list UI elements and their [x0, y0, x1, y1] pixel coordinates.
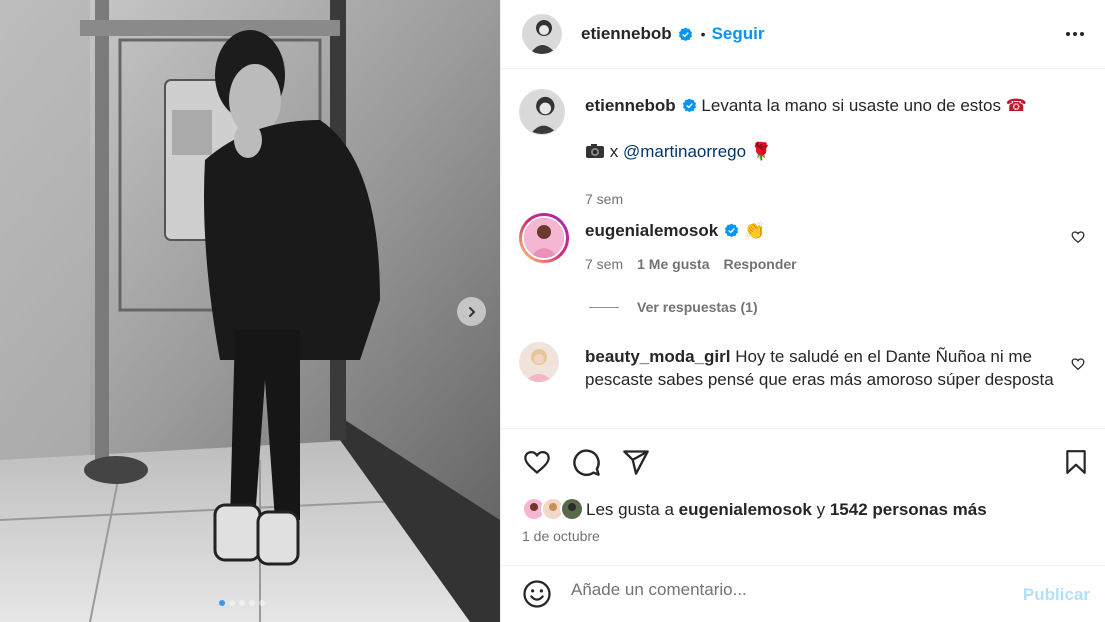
like-icon[interactable] [522, 448, 552, 476]
add-comment-bar: Publicar [501, 565, 1105, 622]
post-header: etiennebob • Seguir [501, 0, 1105, 69]
caption-avatar[interactable] [519, 89, 565, 135]
caption-text: Levanta la mano si usaste uno de estos [701, 96, 1001, 115]
commenter-avatar-image [519, 342, 559, 382]
carousel-dot [229, 600, 235, 606]
carousel-dot [249, 600, 255, 606]
comments-list: etiennebob Levanta la mano si usaste uno… [501, 70, 1105, 428]
post-photo [0, 0, 500, 622]
comment-item: beauty_moda_girl Hoy te saludé en el Dan… [519, 342, 1085, 428]
separator-dot: • [700, 26, 706, 42]
liker-avatar-image [562, 499, 582, 519]
commenter-avatar[interactable] [519, 213, 569, 263]
caption-time[interactable]: 7 sem [585, 191, 623, 207]
commenter-avatar[interactable] [519, 342, 559, 382]
emoji-icon[interactable] [522, 579, 552, 609]
caption-username[interactable]: etiennebob [585, 96, 676, 115]
comment-text: 👏 [743, 221, 766, 240]
mention-link[interactable]: @martinaorrego [623, 142, 746, 161]
author-username[interactable]: etiennebob [581, 24, 672, 44]
comment-likes[interactable]: 1 Me gusta [637, 256, 709, 272]
commenter-avatar-image [524, 218, 564, 258]
chevron-right-icon [468, 306, 475, 317]
caption: etiennebob Levanta la mano si usaste uno… [519, 89, 1079, 207]
publish-button[interactable]: Publicar [1023, 585, 1090, 605]
likes-user[interactable]: eugenialemosok [679, 500, 812, 520]
carousel-indicator [219, 600, 265, 606]
likes-connector: y [816, 500, 826, 519]
comment-like-icon[interactable] [1071, 357, 1085, 371]
comment-username[interactable]: beauty_moda_girl [585, 347, 731, 366]
author-avatar[interactable] [522, 14, 562, 54]
follow-button[interactable]: Seguir [712, 24, 765, 44]
share-icon[interactable] [622, 448, 650, 476]
comment-text-line: beauty_moda_girl Hoy te saludé en el Dan… [585, 345, 1055, 391]
reply-button[interactable]: Responder [723, 256, 796, 272]
author-avatar-image [522, 14, 562, 54]
caption-credit-line: x @martinaorrego 🌹 [585, 140, 772, 163]
comment-text-line: eugenialemosok 👏 [585, 219, 765, 242]
comment-item: eugenialemosok 👏 7 sem 1 Me gusta Respon… [519, 213, 1085, 315]
verified-badge-icon [725, 223, 739, 238]
photo-scene [0, 0, 500, 622]
post-detail-panel: etiennebob • Seguir etiennebob Levanta l… [500, 0, 1105, 622]
comment-time[interactable]: 7 sem [585, 256, 623, 272]
view-replies-label: Ver respuestas (1) [637, 299, 758, 315]
liker-avatar[interactable] [560, 497, 584, 521]
post-date[interactable]: 1 de octubre [522, 528, 600, 544]
divider-line [589, 306, 619, 308]
credit-prefix: x [609, 142, 619, 161]
post-actions: Les gusta a eugenialemosok y 1542 person… [501, 428, 1105, 578]
carousel-dot [239, 600, 245, 606]
comment-like-icon[interactable] [1071, 230, 1085, 244]
comment-username[interactable]: eugenialemosok [585, 221, 718, 240]
carousel-next-button[interactable] [457, 297, 486, 326]
save-icon[interactable] [1063, 448, 1089, 476]
liker-avatars [522, 497, 586, 523]
more-options-icon[interactable] [1065, 26, 1085, 42]
rose-emoji: 🌹 [750, 142, 772, 161]
carousel-dot [219, 600, 225, 606]
carousel-dot [259, 600, 265, 606]
caption-text-line: etiennebob Levanta la mano si usaste uno… [585, 94, 1065, 117]
telephone-emoji: ☎ [1005, 96, 1027, 115]
comment-meta: 7 sem 1 Me gusta Responder [585, 256, 797, 272]
caption-avatar-image [520, 90, 564, 134]
likes-prefix: Les gusta a [586, 500, 674, 519]
verified-badge-icon [678, 26, 692, 41]
likes-others[interactable]: 1542 personas más [830, 500, 987, 520]
view-replies-button[interactable]: Ver respuestas (1) [589, 299, 758, 315]
caption-meta: 7 sem [585, 191, 623, 207]
add-comment-input[interactable] [571, 580, 1011, 600]
comment-icon[interactable] [572, 448, 601, 477]
likes-summary: Les gusta a eugenialemosok y 1542 person… [522, 497, 987, 523]
verified-badge-icon [682, 98, 696, 113]
camera-emoji-icon [586, 144, 604, 158]
